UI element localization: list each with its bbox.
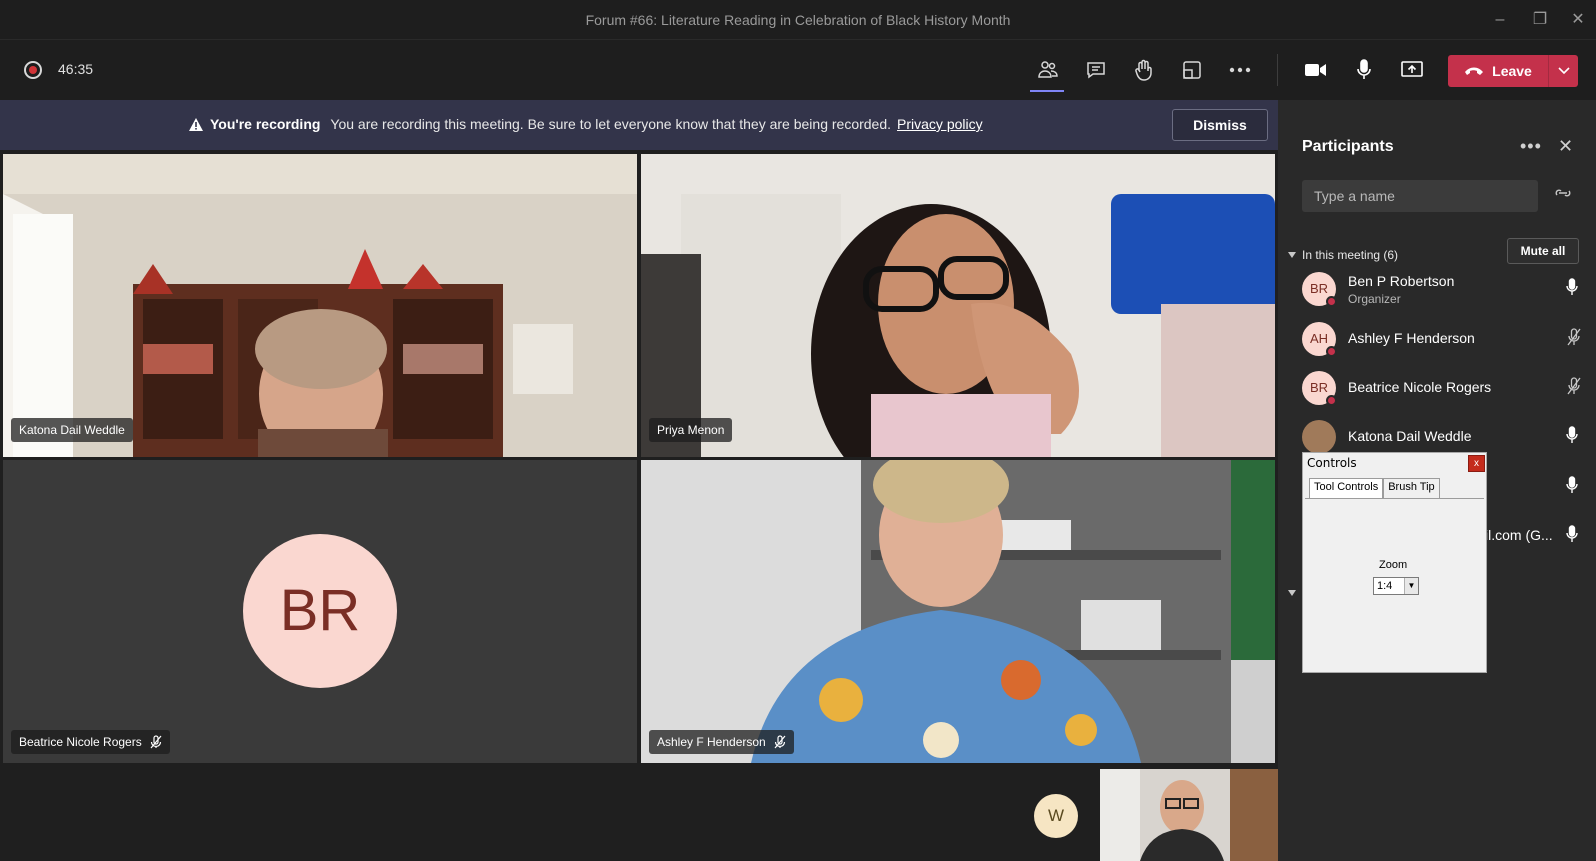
share-screen-icon[interactable] [1398, 56, 1426, 84]
active-tab-indicator [1030, 90, 1064, 92]
tab-brush-tip[interactable]: Brush Tip [1383, 478, 1440, 498]
tile-name-tag: Priya Menon [649, 418, 733, 442]
participant-name: Beatrice Nicole Rogers [1348, 379, 1492, 395]
self-view-tile[interactable] [1100, 769, 1278, 861]
participant-row[interactable]: BR Ben P Robertson Organizer [1302, 272, 1592, 316]
hang-up-icon [1465, 67, 1484, 75]
microphone-icon[interactable] [1566, 426, 1578, 444]
zoom-label: Zoom [1379, 559, 1408, 571]
section-title: In this meeting (6) [1302, 248, 1399, 262]
toolbar-divider [1277, 54, 1278, 86]
controls-window: Controls x Tool Controls Brush Tip Zoom … [1302, 452, 1487, 673]
banner-text: You're recording You are recording this … [188, 116, 983, 132]
participant-name: Ashley F Henderson [1348, 330, 1475, 346]
meeting-toolbar: 46:35 Leave [0, 40, 1596, 100]
share-invite-icon[interactable] [1554, 186, 1572, 205]
participant-name: Katona Dail Weddle [19, 423, 125, 437]
maximize-icon[interactable]: ❐ [1527, 8, 1553, 32]
title-bar: Forum #66: Literature Reading in Celebra… [0, 0, 1596, 40]
section-header[interactable]: In this meeting (6) [1288, 248, 1398, 262]
participants-icon[interactable] [1034, 56, 1062, 84]
chat-icon[interactable] [1082, 56, 1110, 84]
participant-name: Beatrice Nicole Rogers [19, 735, 142, 749]
participant-name: Ben P Robertson [1348, 273, 1455, 289]
participant-name: Ashley F Henderson [657, 735, 766, 749]
rooms-icon[interactable] [1178, 56, 1206, 84]
close-icon[interactable]: ✕ [1565, 8, 1591, 32]
video-tile-katona[interactable]: Katona Dail Weddle [3, 154, 637, 457]
privacy-policy-link[interactable]: Privacy policy [897, 116, 983, 132]
tile-name-tag: Ashley F Henderson [649, 730, 794, 754]
presence-badge [1326, 296, 1337, 307]
video-tile-priya[interactable]: Priya Menon [641, 154, 1275, 457]
dismiss-button[interactable]: Dismiss [1172, 109, 1268, 141]
zoom-value: 1:4 [1377, 580, 1393, 592]
leave-label: Leave [1492, 63, 1532, 79]
tile-name-tag: Beatrice Nicole Rogers [11, 730, 170, 754]
video-feed-image [641, 154, 1275, 457]
participant-row[interactable]: BR Beatrice Nicole Rogers [1302, 371, 1592, 415]
mic-muted-icon [774, 735, 786, 749]
tab-panel: Zoom 1:4 ▼ [1305, 498, 1484, 670]
mic-muted-icon [150, 735, 162, 749]
mute-all-button[interactable]: Mute all [1507, 238, 1579, 264]
mic-muted-icon[interactable] [1566, 377, 1582, 395]
tile-name-tag: Katona Dail Weddle [11, 418, 133, 442]
banner-message: You are recording this meeting. Be sure … [330, 116, 892, 132]
video-tile-ashley[interactable]: Ashley F Henderson [641, 460, 1275, 763]
meeting-timer: 46:35 [58, 61, 94, 77]
microphone-icon[interactable] [1566, 476, 1578, 494]
chevron-down-icon[interactable]: ▼ [1404, 578, 1418, 594]
leave-button[interactable]: Leave [1448, 55, 1578, 87]
close-panel-icon[interactable]: ✕ [1558, 136, 1573, 157]
more-actions-icon[interactable] [1226, 56, 1254, 84]
microphone-icon[interactable] [1566, 525, 1578, 543]
presence-badge [1326, 395, 1337, 406]
participant-name: Katona Dail Weddle [1348, 428, 1472, 444]
chevron-down-icon[interactable] [1549, 55, 1578, 87]
presence-badge [1326, 346, 1337, 357]
participant-row[interactable]: AH Ashley F Henderson [1302, 322, 1592, 366]
search-input[interactable] [1302, 180, 1538, 212]
video-feed-image [3, 154, 637, 457]
controls-close-button[interactable]: x [1468, 455, 1485, 472]
participant-name: il.com (G... [1485, 527, 1553, 543]
microphone-icon[interactable] [1566, 278, 1578, 296]
chevron-down-icon [1288, 252, 1296, 258]
controls-tabs: Tool Controls Brush Tip [1309, 478, 1440, 498]
leave-main[interactable]: Leave [1448, 55, 1548, 87]
recording-banner: You're recording You are recording this … [0, 100, 1278, 150]
chevron-down-icon[interactable] [1288, 590, 1296, 596]
tab-tool-controls[interactable]: Tool Controls [1309, 478, 1384, 498]
mic-muted-icon[interactable] [1566, 328, 1582, 346]
self-video-image [1100, 769, 1278, 861]
avatar: BR [243, 534, 397, 688]
video-feed-image [641, 460, 1275, 763]
recording-indicator-icon [24, 61, 42, 79]
banner-title: You're recording [210, 116, 321, 132]
avatar[interactable]: W [1034, 794, 1078, 838]
minimize-icon[interactable]: – [1487, 8, 1513, 32]
window-title: Forum #66: Literature Reading in Celebra… [585, 12, 1011, 28]
participant-role: Organizer [1348, 292, 1401, 306]
microphone-icon[interactable] [1350, 56, 1378, 84]
participant-name: Priya Menon [657, 423, 725, 437]
warning-icon [189, 117, 203, 131]
video-tile-beatrice[interactable]: BR Beatrice Nicole Rogers [3, 460, 637, 763]
camera-icon[interactable] [1302, 56, 1330, 84]
more-options-icon[interactable]: ••• [1520, 136, 1542, 157]
raise-hand-icon[interactable] [1130, 56, 1158, 84]
controls-title: Controls [1307, 456, 1357, 470]
teams-meeting-window: Forum #66: Literature Reading in Celebra… [0, 0, 1596, 861]
zoom-select[interactable]: 1:4 ▼ [1373, 577, 1419, 595]
avatar [1302, 420, 1336, 454]
panel-title: Participants [1302, 138, 1394, 155]
